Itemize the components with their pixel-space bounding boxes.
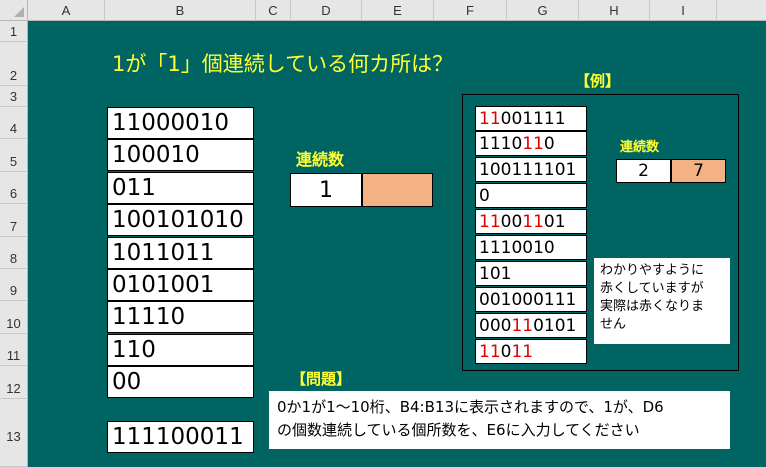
example-cell: 11 001111	[475, 106, 587, 131]
example-cell: 1110 11 0	[475, 131, 587, 156]
note-line: 赤くしていますが	[600, 281, 704, 296]
column-header-c[interactable]: C	[256, 0, 291, 21]
row-header-8[interactable]: 8	[0, 237, 28, 269]
example-digit: 0	[543, 133, 555, 154]
row-header-12[interactable]: 12	[0, 366, 28, 399]
row-header-10[interactable]: 10	[0, 301, 28, 334]
example-digit-red: 11	[511, 341, 534, 362]
column-header-g[interactable]: G	[507, 0, 579, 21]
example-digit-red: 11	[479, 211, 501, 232]
problem-text: 0か1が1～10桁、B4:B13に表示されますので、1が、D6 の個数連続してい…	[269, 391, 730, 449]
column-header-i[interactable]: I	[650, 0, 717, 21]
problem-line: の個数連続している個所数を、E6に入力してください	[277, 421, 640, 439]
column-header-h[interactable]: H	[579, 0, 650, 21]
b-cell[interactable]: 1011011	[107, 237, 254, 269]
input-count-label: 連続数	[296, 150, 345, 169]
example-note: わかりやすように 赤くしていますが 実際は赤くなりま せん	[594, 258, 730, 344]
example-cell: 0	[475, 183, 587, 208]
example-cell: 001000111	[475, 287, 587, 312]
example-digit: 101	[479, 263, 512, 284]
example-digit-red: 11	[522, 133, 544, 154]
example-result-cell: 7	[671, 159, 726, 183]
example-digit: 0	[500, 341, 512, 362]
column-header-blank	[717, 0, 766, 21]
example-count-label: 連続数	[620, 140, 660, 155]
example-digit: 0101	[533, 315, 577, 336]
row-header-1[interactable]: 1	[0, 21, 28, 42]
b-cell[interactable]: 100101010	[107, 204, 254, 236]
example-digit: 100111101	[479, 159, 577, 180]
example-digit: 001000111	[479, 289, 577, 310]
b-cell[interactable]: 11110	[107, 301, 254, 333]
example-cell: 11 0 11	[475, 339, 587, 364]
select-all-corner[interactable]	[0, 0, 28, 21]
problem-label: 【問題】	[291, 370, 352, 388]
example-digit-red: 11	[479, 108, 501, 129]
row-header-3[interactable]: 3	[0, 86, 28, 107]
example-cell: 1110010	[475, 235, 587, 260]
row-header-7[interactable]: 7	[0, 204, 28, 237]
page-title: 1が「1」個連続している何カ所は？	[112, 52, 454, 76]
column-header-a[interactable]: A	[28, 0, 105, 21]
column-header-b[interactable]: B	[105, 0, 256, 21]
row-header-2[interactable]: 2	[0, 42, 28, 86]
column-header-e[interactable]: E	[362, 0, 434, 21]
row-header-9[interactable]: 9	[0, 269, 28, 301]
example-label: 【例】	[575, 72, 621, 90]
column-header-f[interactable]: F	[434, 0, 507, 21]
note-line: 実際は赤くなりま	[600, 299, 705, 314]
example-digit-red: 11	[479, 341, 501, 362]
example-digit: 1110010	[479, 237, 555, 258]
example-digit: 0	[479, 185, 490, 206]
spreadsheet: A B C D E F G H I 1 2 3 4 5 6 7 8 9 10 1…	[0, 0, 766, 467]
example-digit-red: 11	[522, 211, 544, 232]
example-digit-red: 11	[511, 315, 534, 336]
example-digit: 000	[479, 315, 512, 336]
row-header-6[interactable]: 6	[0, 172, 28, 204]
b-cell[interactable]: 011	[107, 172, 254, 204]
row-header-5[interactable]: 5	[0, 139, 28, 172]
column-header-d[interactable]: D	[291, 0, 362, 21]
b-cell[interactable]: 11000010	[107, 107, 254, 139]
example-cell: 000 11 0101	[475, 313, 587, 338]
problem-line: 0か1が1～10桁、B4:B13に表示されますので、1が、D6	[277, 398, 664, 416]
note-line: わかりやすように	[600, 263, 705, 278]
b-cell[interactable]: 100010	[107, 139, 254, 171]
example-digit: 00	[500, 211, 523, 232]
b-cell[interactable]: 111100011	[107, 421, 254, 453]
example-digit: 01	[543, 211, 566, 232]
example-cell: 101	[475, 261, 587, 286]
row-header-13[interactable]: 13	[0, 399, 28, 467]
b-cell[interactable]: 0101001	[107, 269, 254, 301]
b-cell[interactable]: 00	[107, 366, 254, 398]
cell-d6-count[interactable]: 1	[290, 173, 362, 207]
row-header-4[interactable]: 4	[0, 107, 28, 139]
example-digit: 1110	[479, 133, 523, 154]
example-cell: 11 00 11 01	[475, 209, 587, 234]
b-cell[interactable]: 110	[107, 334, 254, 366]
row-header-11[interactable]: 11	[0, 334, 28, 366]
example-cell: 100111101	[475, 157, 587, 182]
example-digit: 001111	[500, 108, 566, 129]
cell-e6-answer[interactable]	[362, 173, 433, 207]
note-line: せん	[600, 317, 627, 332]
example-count-cell: 2	[616, 159, 671, 183]
